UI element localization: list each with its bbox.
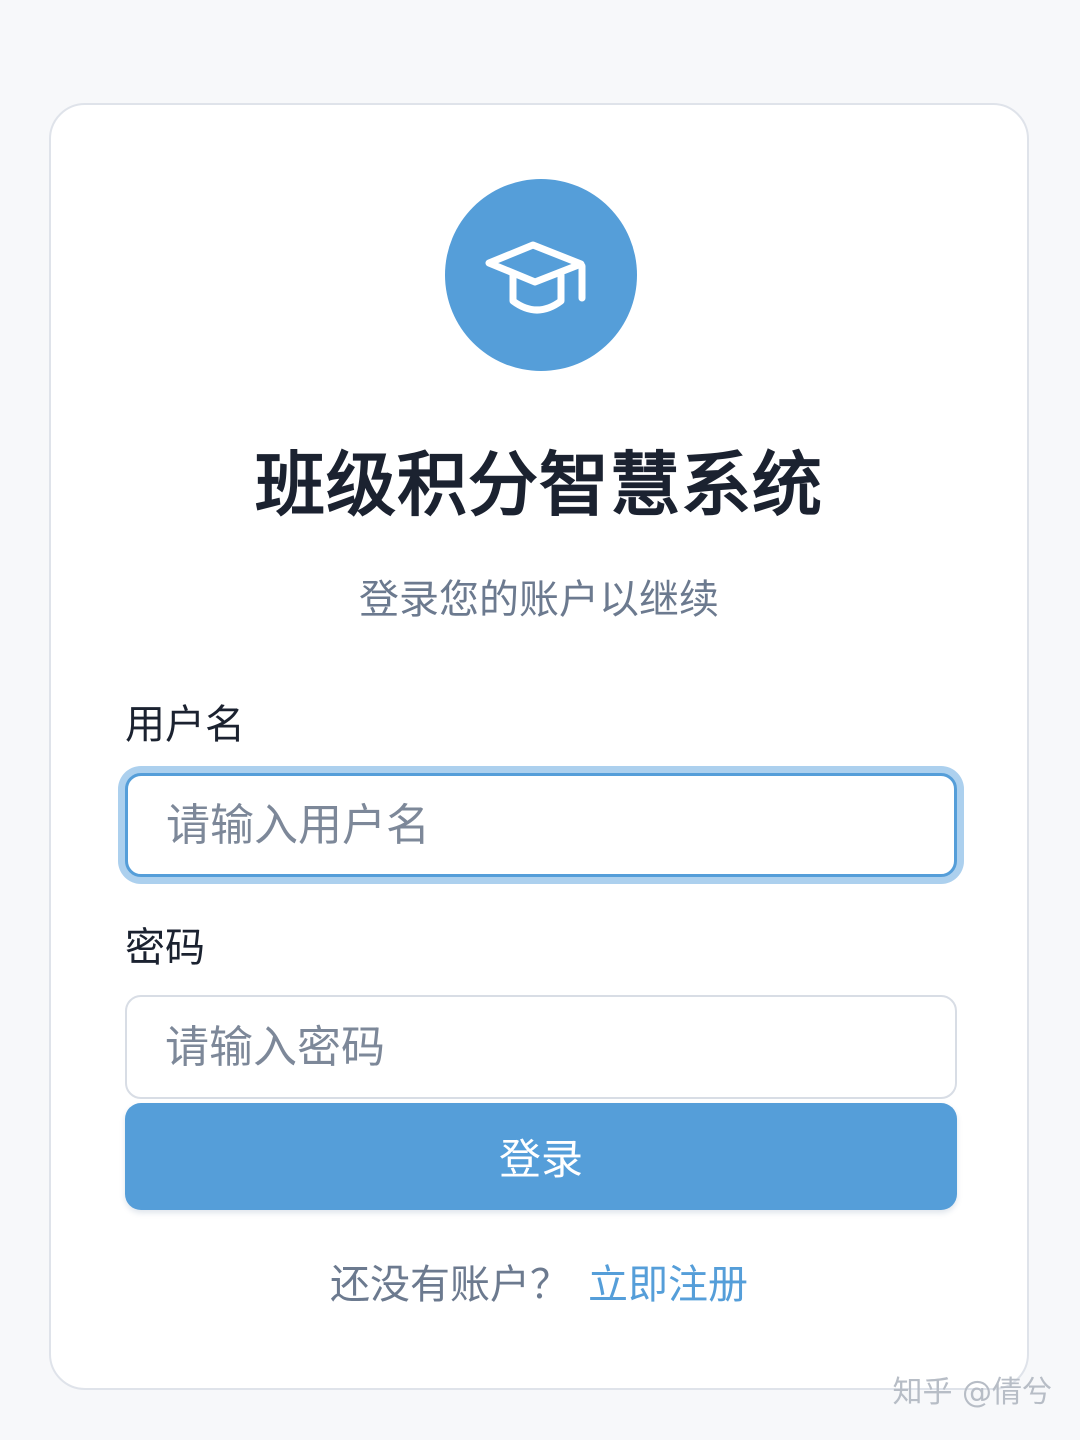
password-label: 密码: [125, 925, 205, 971]
login-button[interactable]: 登录: [125, 1103, 957, 1210]
username-input[interactable]: [125, 773, 957, 877]
register-link[interactable]: 立即注册: [588, 1262, 748, 1308]
page-subtitle: 登录您的账户以继续: [359, 577, 719, 623]
password-input[interactable]: [125, 995, 957, 1099]
logo-badge: [445, 179, 637, 371]
username-label: 用户名: [125, 702, 245, 748]
page-title: 班级积分智慧系统: [255, 444, 823, 526]
watermark: 知乎 @倩兮: [892, 1375, 1052, 1410]
register-prompt-text: 还没有账户？: [330, 1262, 570, 1308]
graduation-cap-icon: [485, 241, 586, 314]
register-prompt: 还没有账户？ 立即注册: [51, 1265, 1027, 1305]
login-card: 班级积分智慧系统 登录您的账户以继续 用户名 密码 登录 还没有账户？ 立即注册: [49, 103, 1029, 1390]
